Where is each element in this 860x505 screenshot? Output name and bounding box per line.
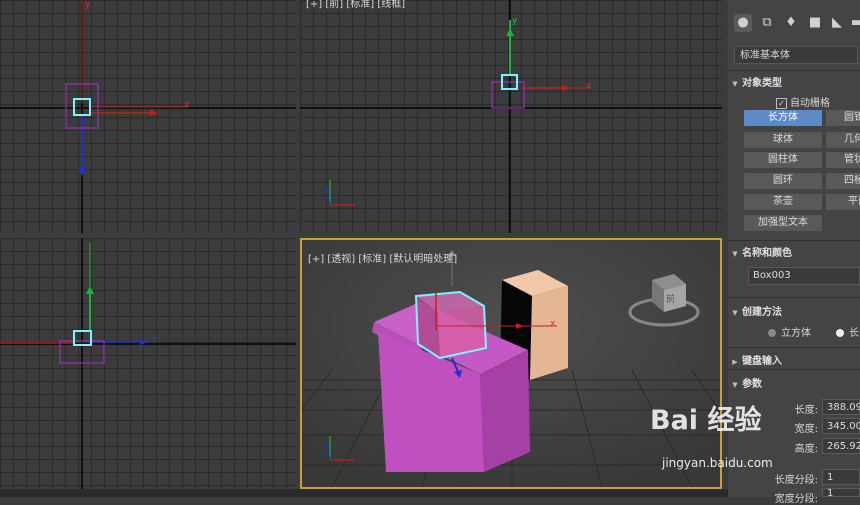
gizmo-top-right[interactable]: [300, 0, 722, 233]
autogrid-label: 自动栅格: [790, 98, 830, 109]
create-icon[interactable]: ●: [734, 14, 752, 32]
section-creation-method[interactable]: ▼ 创建方法: [728, 303, 860, 318]
watermark-main: Bai 经验: [650, 405, 762, 436]
y-axis-label: y: [512, 16, 518, 26]
torus-button[interactable]: 圆环: [744, 173, 822, 189]
sphere-button[interactable]: 球体: [744, 132, 822, 148]
hierarchy-icon[interactable]: ♦: [782, 14, 800, 32]
section-title: 参数: [742, 379, 762, 390]
gizmo-bottom-left[interactable]: [0, 238, 296, 489]
box-button[interactable]: 长方体: [744, 110, 822, 126]
radio-icon: [836, 329, 844, 337]
x-axis-label: x: [184, 100, 190, 110]
length-segs-field[interactable]: 1: [822, 469, 860, 485]
collapse-triangle-icon: ▼: [732, 250, 738, 258]
motion-icon[interactable]: ■: [806, 14, 824, 32]
section-title: 键盘输入: [742, 356, 782, 367]
cylinder-button[interactable]: 圆柱体: [744, 152, 822, 168]
radio-cube[interactable]: 立方体: [768, 324, 811, 339]
cone-button[interactable]: 圆锥体: [826, 110, 860, 126]
width-segs-label: 宽度分段:: [774, 494, 818, 505]
object-name-field[interactable]: Box003: [748, 267, 860, 285]
gizmo-top-left[interactable]: [0, 0, 296, 233]
teapot-button[interactable]: 茶壶: [744, 194, 822, 210]
watermark-url: jingyan.baidu.com: [662, 456, 773, 470]
collapse-triangle-icon: ▼: [732, 381, 738, 389]
section-title: 对象类型: [742, 78, 782, 89]
width-field[interactable]: 345.00: [822, 418, 860, 434]
collapse-triangle-icon: ▼: [732, 309, 738, 317]
height-label: 高度:: [794, 444, 818, 455]
perspective-scene[interactable]: [302, 240, 720, 487]
width-segs-field[interactable]: 1: [822, 488, 860, 499]
category-dropdown[interactable]: 标准基本体: [734, 46, 858, 64]
viewport-top-right[interactable]: [+] [前] [标准] [线框] y x: [300, 0, 722, 233]
radio-box[interactable]: 长方体: [836, 324, 860, 339]
section-keyboard-entry[interactable]: ▶ 键盘输入: [728, 352, 860, 367]
length-segs-label: 长度分段:: [774, 475, 818, 486]
modify-icon[interactable]: ⧉: [758, 14, 776, 32]
section-parameters[interactable]: ▼ 参数: [728, 375, 860, 390]
viewcube-front-label[interactable]: 前: [666, 292, 675, 305]
y-axis-label: y: [85, 0, 91, 10]
section-title: 名称和颜色: [742, 248, 792, 259]
command-panel-tabs: ● ⧉ ♦ ■ ◣ ▬: [728, 10, 860, 36]
viewport-top-left[interactable]: y x: [0, 0, 296, 233]
radio-icon: [768, 329, 776, 337]
length-label: 长度:: [794, 405, 818, 416]
viewport-label-perspective[interactable]: [+] [透视] [标准] [默认明暗处理]: [308, 250, 457, 265]
section-name-color[interactable]: ▼ 名称和颜色: [728, 244, 860, 259]
display-icon[interactable]: ◣: [828, 14, 846, 32]
separator: [728, 297, 860, 298]
section-title: 创建方法: [742, 307, 782, 318]
utilities-icon[interactable]: ▬: [848, 14, 860, 32]
section-object-type[interactable]: ▼ 对象类型: [728, 74, 860, 89]
expand-triangle-icon: ▶: [732, 358, 738, 366]
x-axis-label: x: [550, 319, 556, 329]
separator: [728, 70, 860, 71]
z-axis-label: z: [152, 335, 157, 345]
viewport-perspective[interactable]: [+] [透视] [标准] [默认明暗处理] 前 x: [300, 238, 722, 489]
x-axis-label: x: [586, 81, 592, 91]
height-field[interactable]: 265.92: [822, 438, 860, 454]
checkbox-check-icon: ✓: [776, 98, 787, 109]
tube-button[interactable]: 管状体: [826, 152, 860, 168]
plane-button[interactable]: 平面: [826, 194, 860, 210]
radio-cube-label: 立方体: [781, 328, 811, 339]
collapse-triangle-icon: ▼: [732, 80, 738, 88]
textplus-button[interactable]: 加强型文本: [744, 215, 822, 231]
radio-box-label: 长方体: [849, 328, 860, 339]
pyramid-button[interactable]: 四棱锥: [826, 173, 860, 189]
separator: [728, 240, 860, 241]
baidu-watermark: Bai 经验 jingyan.baidu.com: [650, 398, 773, 470]
autogrid-checkbox[interactable]: ✓ 自动栅格: [776, 94, 830, 109]
separator: [728, 347, 860, 348]
separator: [728, 369, 860, 370]
length-field[interactable]: 388.09: [822, 399, 860, 415]
status-bar: [0, 489, 728, 497]
width-label: 宽度:: [794, 424, 818, 435]
geosphere-button[interactable]: 几何球体: [826, 132, 860, 148]
viewport-bottom-left[interactable]: z: [0, 238, 296, 489]
